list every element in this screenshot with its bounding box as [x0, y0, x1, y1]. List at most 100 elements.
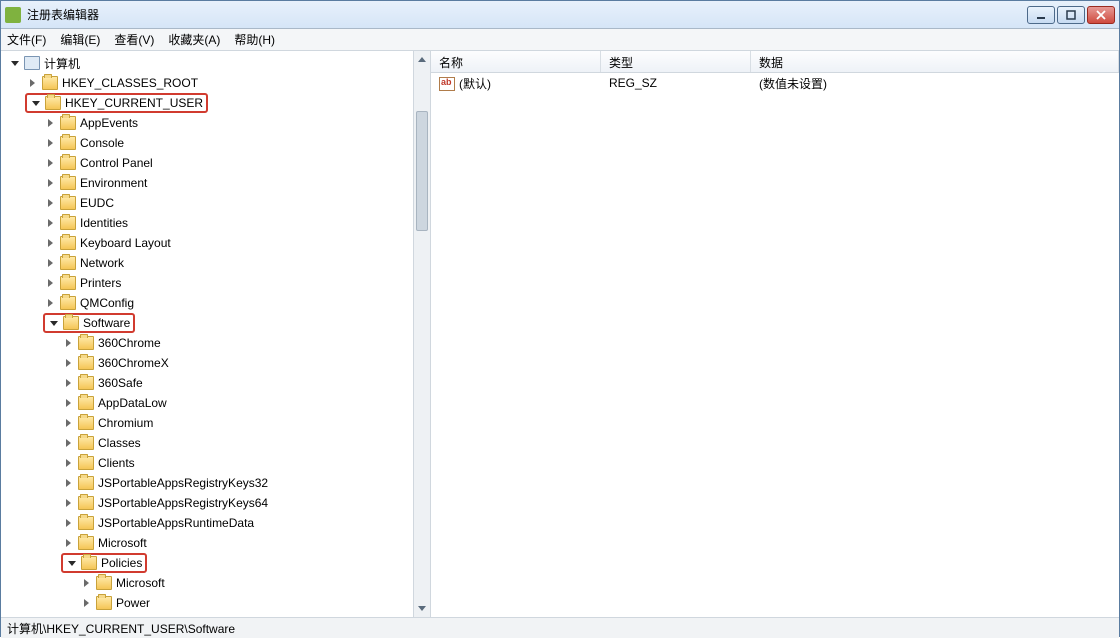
- tree-hkcu-child[interactable]: QMConfig: [3, 293, 430, 313]
- tree-hkcr[interactable]: HKEY_CLASSES_ROOT: [3, 73, 430, 93]
- expander-icon[interactable]: [48, 318, 59, 329]
- expander-icon[interactable]: [45, 138, 56, 149]
- col-header-data[interactable]: 数据: [751, 51, 1119, 72]
- tree-software-child[interactable]: JSPortableAppsRuntimeData: [3, 513, 430, 533]
- maximize-button[interactable]: [1057, 6, 1085, 24]
- expander-icon[interactable]: [45, 198, 56, 209]
- col-header-type[interactable]: 类型: [601, 51, 751, 72]
- folder-icon: [60, 276, 76, 290]
- expander-icon[interactable]: [81, 598, 92, 609]
- tree-software-child[interactable]: JSPortableAppsRegistryKeys32: [3, 473, 430, 493]
- menu-file[interactable]: 文件(F): [7, 31, 46, 48]
- folder-icon: [60, 136, 76, 150]
- col-header-name[interactable]: 名称: [431, 51, 601, 72]
- status-path: 计算机\HKEY_CURRENT_USER\Software: [7, 620, 235, 637]
- tree-hkcu-child[interactable]: Network: [3, 253, 430, 273]
- expander-icon[interactable]: [45, 218, 56, 229]
- expander-icon[interactable]: [63, 338, 74, 349]
- tree-scrollbar[interactable]: [413, 51, 430, 617]
- main-split: 计算机 HKEY_CLASSES_ROOT HKEY_CURRENT_USER App…: [1, 51, 1119, 617]
- tree-policies-child[interactable]: Microsoft: [3, 573, 430, 593]
- expander-icon[interactable]: [63, 418, 74, 429]
- tree-root[interactable]: 计算机: [3, 53, 430, 73]
- tree-label: EUDC: [80, 196, 114, 210]
- expander-icon[interactable]: [27, 78, 38, 89]
- tree-software-child[interactable]: Chromium: [3, 413, 430, 433]
- tree-hkcu-child[interactable]: Console: [3, 133, 430, 153]
- folder-icon: [96, 576, 112, 590]
- tree-hkcu-child[interactable]: Identities: [3, 213, 430, 233]
- expander-icon[interactable]: [45, 278, 56, 289]
- expander-icon[interactable]: [63, 498, 74, 509]
- tree-label: JSPortableAppsRuntimeData: [98, 516, 254, 530]
- menu-view[interactable]: 查看(V): [114, 31, 154, 48]
- tree-hkcu-child[interactable]: AppEvents: [3, 113, 430, 133]
- regedit-icon: [5, 7, 21, 23]
- menu-favorites[interactable]: 收藏夹(A): [168, 31, 220, 48]
- menu-edit[interactable]: 编辑(E): [60, 31, 100, 48]
- tree-software[interactable]: Software: [3, 313, 430, 333]
- expander-icon[interactable]: [9, 58, 20, 69]
- expander-icon[interactable]: [45, 258, 56, 269]
- folder-icon: [78, 456, 94, 470]
- expander-icon[interactable]: [63, 398, 74, 409]
- expander-icon[interactable]: [63, 538, 74, 549]
- folder-icon: [96, 596, 112, 610]
- tree-software-child[interactable]: 360Chrome: [3, 333, 430, 353]
- folder-icon: [60, 256, 76, 270]
- folder-icon: [78, 496, 94, 510]
- scroll-down-icon[interactable]: [414, 600, 430, 617]
- tree-label: 360Chrome: [98, 336, 161, 350]
- expander-icon[interactable]: [45, 238, 56, 249]
- computer-icon: [24, 56, 40, 70]
- tree-hkcu-child[interactable]: Control Panel: [3, 153, 430, 173]
- tree-label: Control Panel: [80, 156, 153, 170]
- expander-icon[interactable]: [63, 438, 74, 449]
- expander-icon[interactable]: [30, 98, 41, 109]
- list-row[interactable]: (默认)REG_SZ(数值未设置): [431, 73, 1119, 93]
- tree-software-child[interactable]: Clients: [3, 453, 430, 473]
- expander-icon[interactable]: [63, 358, 74, 369]
- tree-hkcu-child[interactable]: Keyboard Layout: [3, 233, 430, 253]
- tree-software-child[interactable]: Microsoft: [3, 533, 430, 553]
- expander-icon[interactable]: [45, 178, 56, 189]
- close-button[interactable]: [1087, 6, 1115, 24]
- expander-icon[interactable]: [66, 558, 77, 569]
- expander-icon[interactable]: [63, 458, 74, 469]
- tree-policies-child[interactable]: Power: [3, 593, 430, 613]
- statusbar: 计算机\HKEY_CURRENT_USER\Software: [1, 617, 1119, 638]
- expander-icon[interactable]: [63, 518, 74, 529]
- minimize-button[interactable]: [1027, 6, 1055, 24]
- tree-label: Software: [83, 316, 130, 330]
- scroll-up-icon[interactable]: [414, 51, 430, 68]
- expander-icon[interactable]: [63, 478, 74, 489]
- tree-software-child[interactable]: Classes: [3, 433, 430, 453]
- folder-icon: [78, 416, 94, 430]
- menu-help[interactable]: 帮助(H): [234, 31, 275, 48]
- tree-hkcu[interactable]: HKEY_CURRENT_USER: [3, 93, 430, 113]
- tree-label: Microsoft: [98, 536, 147, 550]
- tree-label: Keyboard Layout: [80, 236, 171, 250]
- expander-icon[interactable]: [45, 298, 56, 309]
- expander-icon[interactable]: [45, 118, 56, 129]
- expander-icon[interactable]: [63, 378, 74, 389]
- expander-icon[interactable]: [81, 578, 92, 589]
- tree-label: Console: [80, 136, 124, 150]
- scroll-thumb[interactable]: [416, 111, 428, 231]
- tree-label: Classes: [98, 436, 141, 450]
- tree-policies[interactable]: Policies: [3, 553, 430, 573]
- folder-icon: [60, 296, 76, 310]
- folder-icon: [45, 96, 61, 110]
- tree-label: AppEvents: [80, 116, 138, 130]
- tree-label: HKEY_CLASSES_ROOT: [62, 76, 198, 90]
- folder-icon: [78, 336, 94, 350]
- tree-hkcu-child[interactable]: EUDC: [3, 193, 430, 213]
- expander-icon[interactable]: [45, 158, 56, 169]
- tree-hkcu-child[interactable]: Environment: [3, 173, 430, 193]
- tree-software-child[interactable]: JSPortableAppsRegistryKeys64: [3, 493, 430, 513]
- tree-software-child[interactable]: 360ChromeX: [3, 353, 430, 373]
- tree-software-child[interactable]: 360Safe: [3, 373, 430, 393]
- tree-software-child[interactable]: AppDataLow: [3, 393, 430, 413]
- window-title: 注册表编辑器: [27, 6, 1025, 23]
- tree-hkcu-child[interactable]: Printers: [3, 273, 430, 293]
